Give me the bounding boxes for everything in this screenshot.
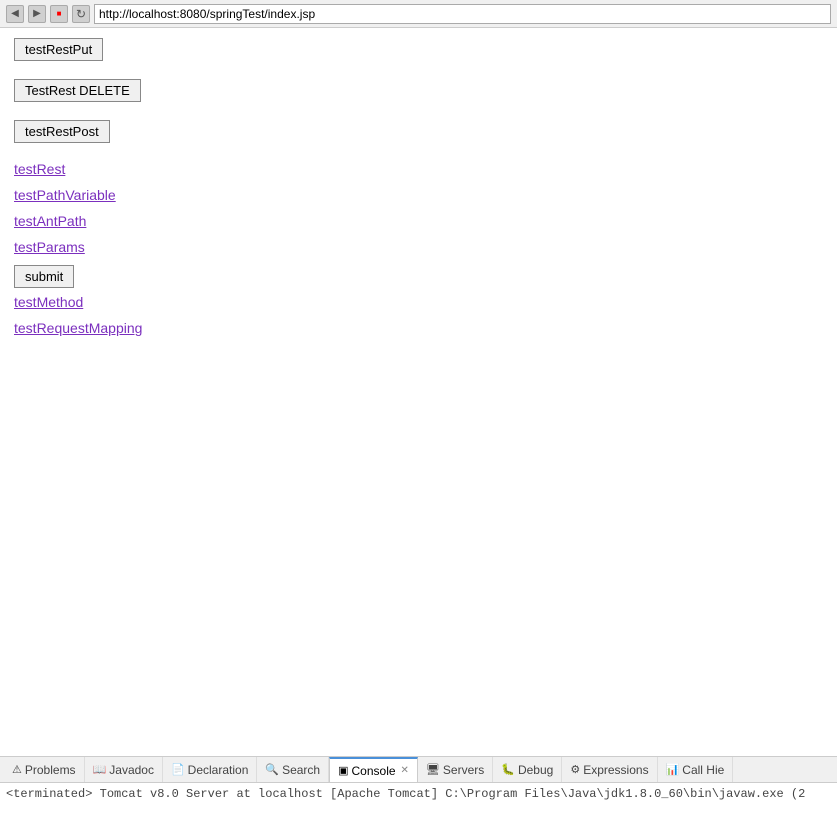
tab-problems[interactable]: ⚠ Problems bbox=[4, 757, 85, 783]
tab-callhie[interactable]: 📊 Call Hie bbox=[658, 757, 734, 783]
tab-callhie-label: Call Hie bbox=[682, 763, 724, 777]
testrest-link[interactable]: testRest bbox=[14, 161, 823, 177]
submit-button[interactable]: submit bbox=[14, 265, 74, 288]
tab-expressions[interactable]: ⚙ Expressions bbox=[562, 757, 657, 783]
testrestput-row: testRestPut bbox=[14, 38, 823, 63]
declaration-icon: 📄 bbox=[171, 763, 185, 776]
stop-button[interactable] bbox=[50, 5, 68, 23]
tab-bar: ⚠ Problems 📖 Javadoc 📄 Declaration 🔍 Sea… bbox=[0, 757, 837, 783]
callhie-icon: 📊 bbox=[666, 763, 680, 776]
tab-servers-label: Servers bbox=[443, 763, 484, 777]
testrestdelete-button[interactable]: TestRest DELETE bbox=[14, 79, 141, 102]
tab-declaration-label: Declaration bbox=[188, 763, 249, 777]
testrestpost-button[interactable]: testRestPost bbox=[14, 120, 110, 143]
tab-debug-label: Debug bbox=[518, 763, 553, 777]
console-icon: ▣ bbox=[338, 764, 348, 777]
testmethod-link[interactable]: testMethod bbox=[14, 294, 823, 310]
testantpath-link[interactable]: testAntPath bbox=[14, 213, 823, 229]
testrestdelete-row: TestRest DELETE bbox=[14, 79, 823, 104]
testrequestmapping-link[interactable]: testRequestMapping bbox=[14, 320, 823, 336]
refresh-button[interactable] bbox=[72, 5, 90, 23]
address-bar[interactable] bbox=[94, 4, 831, 24]
main-content: testRestPut TestRest DELETE testRestPost… bbox=[0, 28, 837, 356]
tab-expressions-label: Expressions bbox=[583, 763, 648, 777]
tab-javadoc-label: Javadoc bbox=[109, 763, 154, 777]
main-content-wrapper: testRestPut TestRest DELETE testRestPost… bbox=[0, 28, 837, 756]
problems-icon: ⚠ bbox=[12, 763, 22, 776]
servers-icon: 🖥 bbox=[426, 763, 440, 776]
console-content: <terminated> Tomcat v8.0 Server at local… bbox=[0, 783, 837, 813]
tab-declaration[interactable]: 📄 Declaration bbox=[163, 757, 257, 783]
tab-servers[interactable]: 🖥 Servers bbox=[418, 757, 493, 783]
search-icon: 🔍 bbox=[265, 763, 279, 776]
javadoc-icon: 📖 bbox=[93, 763, 107, 776]
debug-icon: 🐛 bbox=[501, 763, 515, 776]
tab-search-label: Search bbox=[282, 763, 320, 777]
expressions-icon: ⚙ bbox=[570, 763, 580, 776]
tab-console[interactable]: ▣ Console ✕ bbox=[329, 757, 418, 783]
tab-debug[interactable]: 🐛 Debug bbox=[493, 757, 562, 783]
console-terminated-text: <terminated> Tomcat v8.0 Server at local… bbox=[6, 787, 805, 801]
testrestput-button[interactable]: testRestPut bbox=[14, 38, 103, 61]
tab-javadoc[interactable]: 📖 Javadoc bbox=[85, 757, 163, 783]
tab-console-label: Console bbox=[352, 764, 396, 778]
testparams-link[interactable]: testParams bbox=[14, 239, 823, 255]
tab-search[interactable]: 🔍 Search bbox=[257, 757, 329, 783]
forward-button[interactable] bbox=[28, 5, 46, 23]
testpathvariable-link[interactable]: testPathVariable bbox=[14, 187, 823, 203]
console-close-icon[interactable]: ✕ bbox=[401, 765, 409, 776]
submit-section: submit testMethod bbox=[14, 265, 823, 310]
back-button[interactable] bbox=[6, 5, 24, 23]
tab-problems-label: Problems bbox=[25, 763, 76, 777]
browser-toolbar bbox=[0, 0, 837, 28]
testrestpost-row: testRestPost bbox=[14, 120, 823, 145]
bottom-panel: ⚠ Problems 📖 Javadoc 📄 Declaration 🔍 Sea… bbox=[0, 756, 837, 813]
